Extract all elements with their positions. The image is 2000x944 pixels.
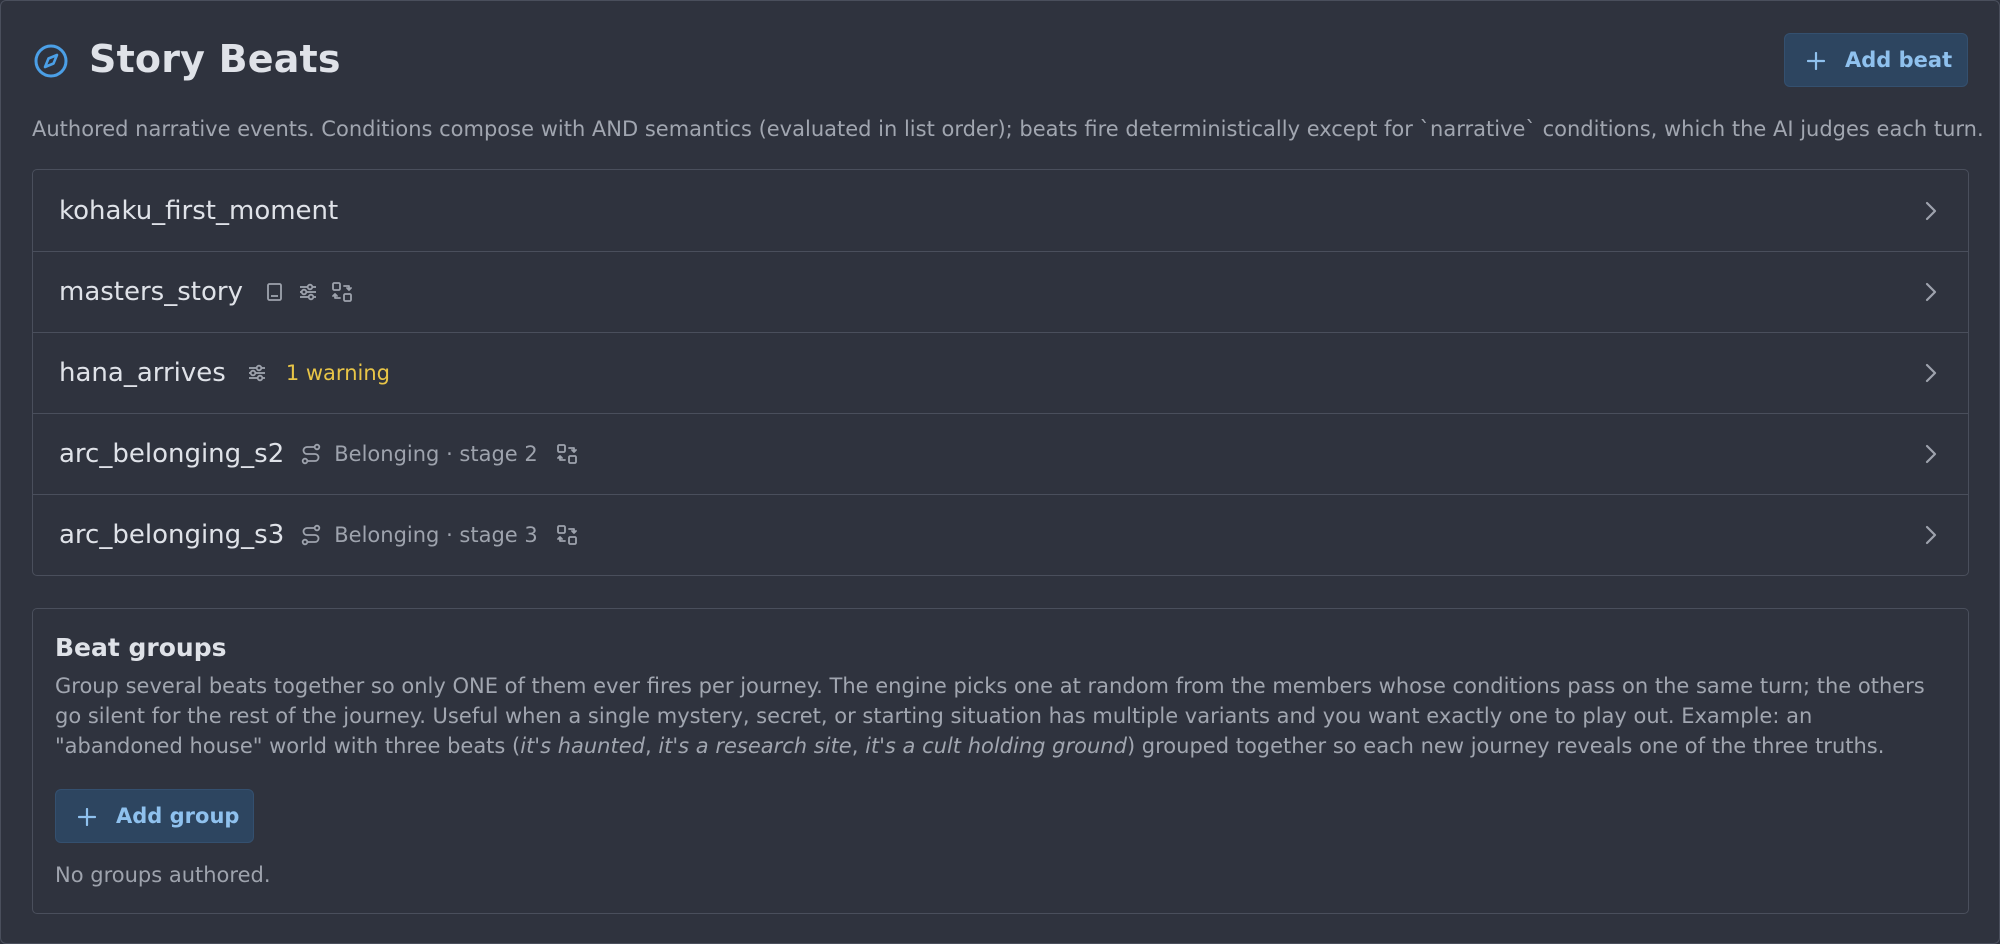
beat-list: kohaku_first_moment masters_story hana_a… bbox=[32, 169, 1969, 576]
warning-badge: 1 warning bbox=[285, 361, 390, 385]
route-icon bbox=[300, 443, 322, 465]
plus-icon bbox=[77, 807, 97, 827]
arc-stage-label: Belonging · stage 3 bbox=[334, 523, 538, 547]
beat-row-arc-belonging-s3[interactable]: arc_belonging_s3 Belonging · stage 3 bbox=[33, 494, 1968, 575]
beat-meta bbox=[263, 281, 365, 303]
section-title: Beat groups bbox=[55, 633, 227, 662]
beat-name: arc_belonging_s2 bbox=[59, 439, 285, 469]
route-icon bbox=[300, 524, 322, 546]
example-text: it's haunted bbox=[520, 734, 645, 758]
chevron-right-icon bbox=[1924, 281, 1938, 303]
desc-separator: , bbox=[851, 734, 866, 758]
page-description: Authored narrative events. Conditions co… bbox=[32, 117, 1984, 141]
swap-icon bbox=[556, 443, 578, 465]
add-beat-label: Add beat bbox=[1845, 48, 1953, 72]
chevron-right-icon bbox=[1924, 524, 1938, 546]
beat-meta: 1 warning bbox=[246, 361, 390, 385]
chevron-right-icon bbox=[1924, 443, 1938, 465]
beat-name: kohaku_first_moment bbox=[59, 195, 339, 226]
chevron-right-icon bbox=[1924, 362, 1938, 384]
sliders-icon bbox=[297, 281, 319, 303]
beat-row-arc-belonging-s2[interactable]: arc_belonging_s2 Belonging · stage 2 bbox=[33, 413, 1968, 494]
story-beats-panel: Story Beats Add beat Authored narrative … bbox=[0, 0, 2000, 944]
desc-text: ) grouped together so each new journey r… bbox=[1126, 734, 1885, 758]
add-beat-button[interactable]: Add beat bbox=[1784, 33, 1968, 87]
compass-icon bbox=[32, 42, 70, 80]
section-description: Group several beats together so only ONE… bbox=[55, 671, 1935, 761]
beat-row-hana-arrives[interactable]: hana_arrives 1 warning bbox=[33, 332, 1968, 413]
beat-name: hana_arrives bbox=[59, 358, 226, 388]
swap-icon bbox=[331, 281, 353, 303]
header: Story Beats Add beat bbox=[32, 33, 1968, 89]
add-group-label: Add group bbox=[116, 804, 240, 828]
sliders-icon bbox=[246, 362, 268, 384]
desc-separator: , bbox=[644, 734, 659, 758]
beat-meta: Belonging · stage 3 bbox=[300, 523, 589, 547]
beat-name: arc_belonging_s3 bbox=[59, 520, 285, 550]
example-text: it's a research site bbox=[658, 734, 852, 758]
swap-icon bbox=[556, 524, 578, 546]
plus-icon bbox=[1806, 51, 1826, 71]
chevron-right-icon bbox=[1924, 200, 1938, 222]
beat-meta: Belonging · stage 2 bbox=[300, 442, 589, 466]
beat-row-masters-story[interactable]: masters_story bbox=[33, 251, 1968, 332]
beat-name: masters_story bbox=[59, 277, 243, 307]
add-group-button[interactable]: Add group bbox=[55, 789, 254, 843]
example-text: it's a cult holding ground bbox=[865, 734, 1127, 758]
arc-stage-label: Belonging · stage 2 bbox=[334, 442, 538, 466]
page-title: Story Beats bbox=[89, 37, 341, 81]
empty-state-text: No groups authored. bbox=[55, 863, 271, 887]
book-icon bbox=[263, 281, 285, 303]
beat-groups-section: Beat groups Group several beats together… bbox=[32, 608, 1969, 914]
beat-row-kohaku-first-moment[interactable]: kohaku_first_moment bbox=[33, 170, 1968, 251]
